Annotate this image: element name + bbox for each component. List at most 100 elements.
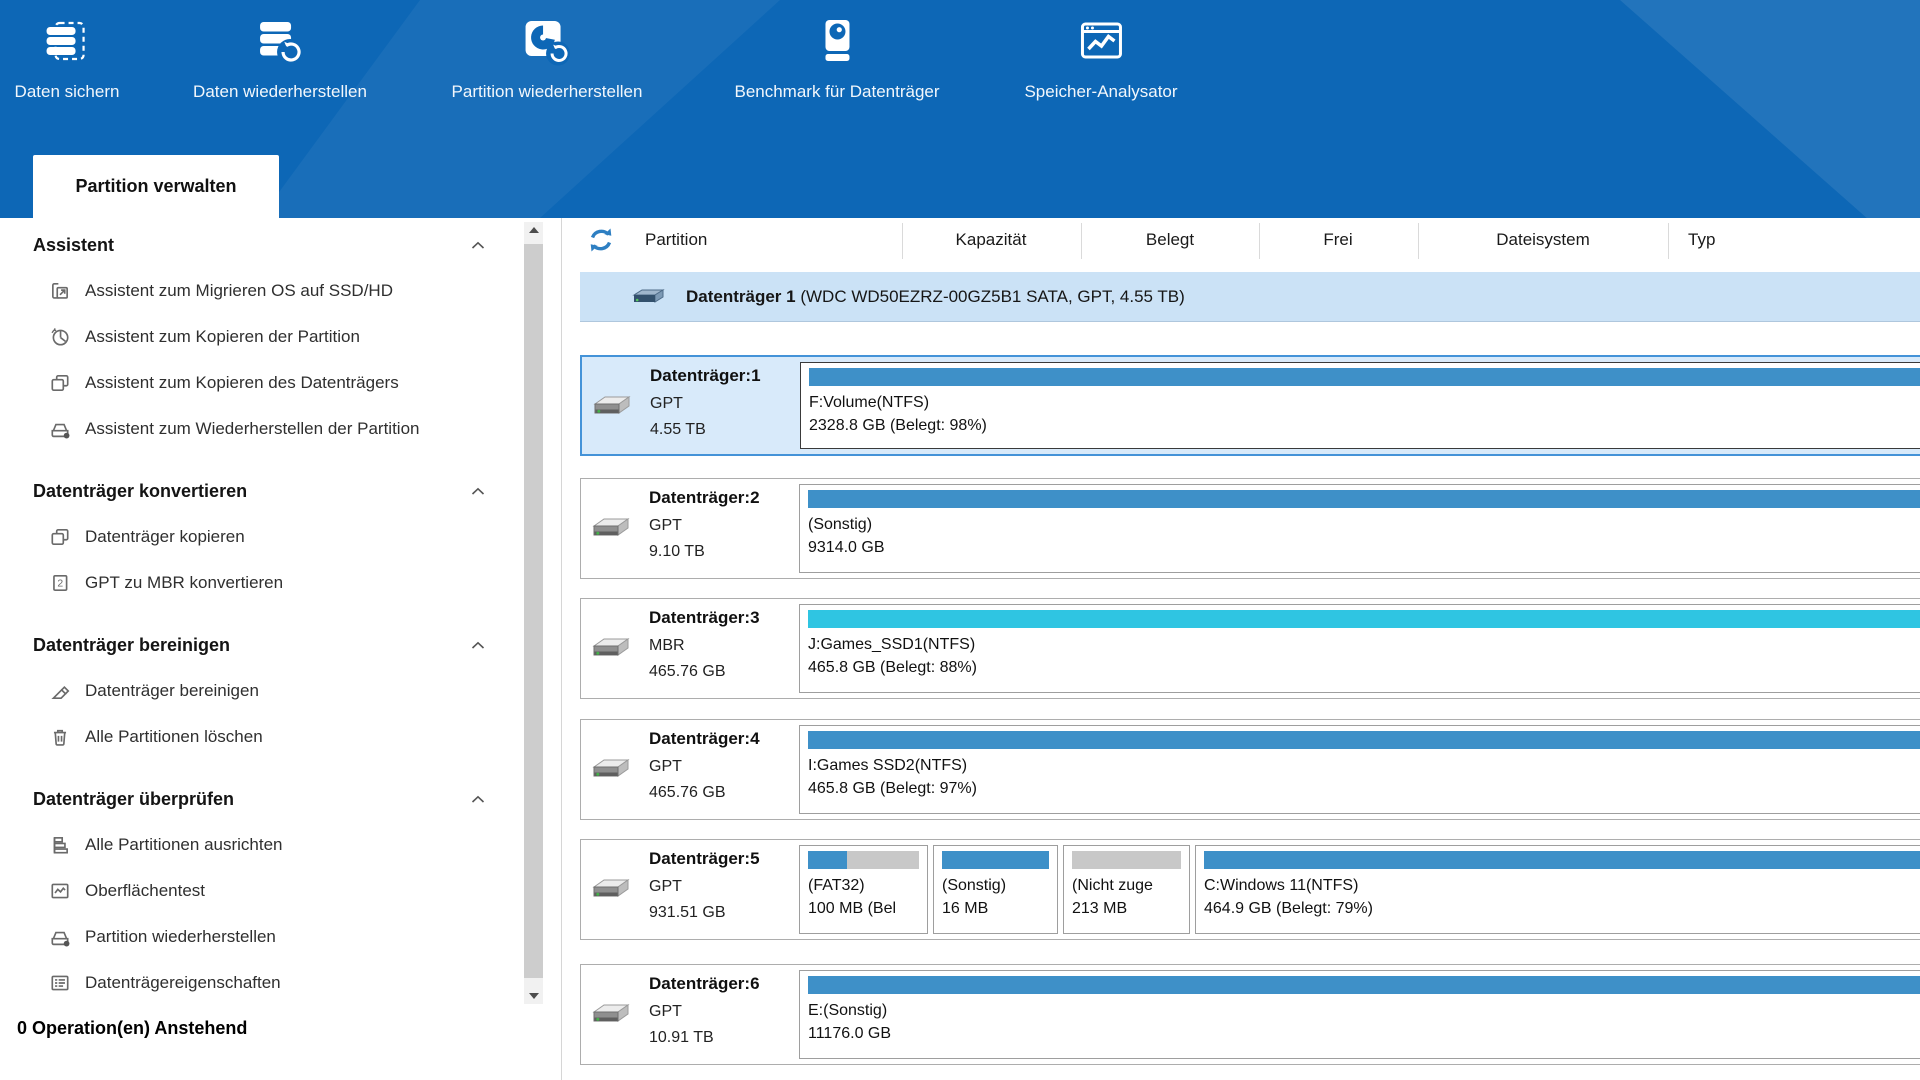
sidebar-section-datentr-ger-berpr-fen[interactable]: Datenträger überprüfen: [33, 782, 493, 816]
scroll-up-icon[interactable]: [524, 222, 543, 238]
partition-wiederherstellen-button[interactable]: Partition wiederherstellen: [452, 14, 643, 102]
disk-name: Datenträger:1: [650, 366, 761, 386]
disk-group-label: Datenträger 1 (WDC WD50EZRZ-00GZ5B1 SATA…: [686, 287, 1185, 307]
backup-data-icon: [40, 14, 94, 70]
partition-box-sonstig[interactable]: (Sonstig)9314.0 GB: [799, 484, 1920, 573]
migrate-os-icon: [49, 280, 71, 302]
surface-test-icon: [49, 880, 71, 902]
usage-bar-fill: [808, 610, 1920, 628]
disk-capacity: 465.76 GB: [649, 663, 726, 681]
scroll-down-icon[interactable]: [524, 988, 543, 1004]
benchmark-f-r-datentr-ger-button[interactable]: Benchmark für Datenträger: [734, 14, 939, 102]
sidebar-item-assistent-zum-kopieren-der-partition[interactable]: Assistent zum Kopieren der Partition: [33, 314, 493, 360]
partition-label: (Sonstig): [808, 516, 1920, 534]
disk-info: Datenträger:4GPT465.76 GB: [581, 720, 801, 819]
partition-label: I:Games SSD2(NTFS): [808, 757, 1920, 775]
daten-sichern-button[interactable]: Daten sichern: [15, 14, 120, 102]
disk-row-6[interactable]: Datenträger:6GPT10.91 TBE:(Sonstig)11176…: [580, 964, 1920, 1065]
partition-box-sonstig[interactable]: (Sonstig)16 MB: [933, 845, 1058, 934]
disk-capacity: 4.55 TB: [650, 421, 706, 439]
partition-strip: F:Volume(NTFS)2328.8 GB (Belegt: 98%): [800, 357, 1920, 454]
usage-bar: [1072, 851, 1181, 869]
disk-benchmark-icon: [810, 14, 864, 70]
partition-size: 2328.8 GB (Belegt: 98%): [809, 417, 1920, 435]
disk-partition-scheme: GPT: [650, 395, 683, 413]
column-header-belegt[interactable]: Belegt: [1146, 230, 1194, 250]
usage-bar: [1204, 851, 1920, 869]
partition-size: 464.9 GB (Belegt: 79%): [1204, 900, 1920, 918]
align-partitions-icon: [49, 834, 71, 856]
sidebar-item-assistent-zum-kopieren-des-datentr-gers[interactable]: Assistent zum Kopieren des Datenträgers: [33, 360, 493, 406]
hard-disk-icon: [592, 393, 632, 426]
sidebar-item-label: Datenträger kopieren: [85, 527, 245, 547]
disk-group-details: (WDC WD50EZRZ-00GZ5B1 SATA, GPT, 4.55 TB…: [800, 287, 1184, 306]
toolbar-button-label: Benchmark für Datenträger: [734, 82, 939, 102]
sidebar-item-label: Alle Partitionen löschen: [85, 727, 263, 747]
sidebar-section-datentr-ger-konvertieren[interactable]: Datenträger konvertieren: [33, 474, 493, 508]
disk-name: Datenträger:5: [649, 849, 760, 869]
disk-info: Datenträger:3MBR465.76 GB: [581, 599, 801, 698]
disk-row-1[interactable]: Datenträger:1 GPT 4.55 TB F:Volume(NTFS)232…: [580, 355, 1920, 456]
usage-bar: [942, 851, 1049, 869]
sidebar-item-oberfl-chentest[interactable]: Oberflächentest: [33, 868, 493, 914]
refresh-icon[interactable]: [586, 225, 618, 257]
disk-row-3[interactable]: Datenträger:3MBR465.76 GBJ:Games_SSD1(NT…: [580, 598, 1920, 699]
sidebar-item-datentr-ger-bereinigen[interactable]: Datenträger bereinigen: [33, 668, 493, 714]
sidebar-item-assistent-zum-wiederherstellen-der-partition[interactable]: Assistent zum Wiederherstellen der Parti…: [33, 406, 493, 452]
tab-partition-verwalten[interactable]: Partition verwalten: [33, 155, 279, 218]
disk-properties-icon: [49, 972, 71, 994]
chevron-up-icon: [471, 487, 485, 496]
hard-disk-icon: [591, 515, 631, 548]
disk-partition-scheme: GPT: [649, 517, 682, 535]
sidebar-item-assistent-zum-migrieren-os-auf-ssd-hd[interactable]: Assistent zum Migrieren OS auf SSD/HD: [33, 268, 493, 314]
partition-box-e-sonstig[interactable]: E:(Sonstig)11176.0 GB: [799, 970, 1920, 1059]
column-header-kapazit-t[interactable]: Kapazität: [956, 230, 1027, 250]
partition-box-c-windows-11-ntfs[interactable]: C:Windows 11(NTFS)464.9 GB (Belegt: 79%): [1195, 845, 1920, 934]
column-header-partition[interactable]: Partition: [645, 230, 707, 250]
partition-label: E:(Sonstig): [808, 1002, 1920, 1020]
partition-box-f-volume-ntfs[interactable]: F:Volume(NTFS)2328.8 GB (Belegt: 98%): [800, 362, 1920, 449]
partition-box-j-games-ssd1-ntfs[interactable]: J:Games_SSD1(NTFS)465.8 GB (Belegt: 88%): [799, 604, 1920, 693]
disk-group-name: Datenträger 1: [686, 287, 796, 306]
disk-info: Datenträger:2GPT9.10 TB: [581, 479, 801, 578]
sidebar-item-gpt-zu-mbr-konvertieren[interactable]: 2 GPT zu MBR konvertieren: [33, 560, 493, 606]
table-header: Partition Kapazität Belegt Frei Dateisystem T…: [576, 218, 1920, 264]
copy-disk-icon: [49, 526, 71, 548]
disk-name: Datenträger:6: [649, 974, 760, 994]
sidebar-item-partition-wiederherstellen[interactable]: Partition wiederherstellen: [33, 914, 493, 960]
disk-group-header[interactable]: Datenträger 1 (WDC WD50EZRZ-00GZ5B1 SATA…: [580, 272, 1920, 322]
section-title: Datenträger konvertieren: [33, 481, 247, 502]
scrollbar-thumb[interactable]: [524, 244, 543, 978]
column-divider: [1259, 223, 1260, 259]
gpt-to-mbr-icon: 2: [49, 572, 71, 594]
partition-box-i-games-ssd2-ntfs[interactable]: I:Games SSD2(NTFS)465.8 GB (Belegt: 97%): [799, 725, 1920, 814]
partition-size: 16 MB: [942, 900, 1049, 918]
sidebar-item-datentr-ger-kopieren[interactable]: Datenträger kopieren: [33, 514, 493, 560]
speicher-analysator-button[interactable]: Speicher-Analysator: [1024, 14, 1177, 102]
top-toolbar: Daten sichern Daten wiederherstellen Par…: [0, 0, 1920, 218]
partition-box-nicht-zuge[interactable]: (Nicht zuge213 MB: [1063, 845, 1190, 934]
partition-label: (FAT32): [808, 877, 919, 895]
sidebar-scrollbar[interactable]: [524, 222, 543, 1004]
sidebar-item-alle-partitionen-ausrichten[interactable]: Alle Partitionen ausrichten: [33, 822, 493, 868]
partition-box-fat32[interactable]: (FAT32)100 MB (Bel: [799, 845, 928, 934]
sidebar-item-label: Assistent zum Kopieren der Partition: [85, 327, 360, 347]
column-header-frei[interactable]: Frei: [1323, 230, 1352, 250]
partition-manager-window: Daten sichern Daten wiederherstellen Par…: [0, 0, 1920, 1080]
usage-bar-fill: [808, 490, 1920, 508]
disk-capacity: 465.76 GB: [649, 784, 726, 802]
sidebar-item-datentr-gereigenschaften[interactable]: Datenträgereigenschaften: [33, 960, 493, 1006]
disk-row-4[interactable]: Datenträger:4GPT465.76 GBI:Games SSD2(NT…: [580, 719, 1920, 820]
section-title: Datenträger überprüfen: [33, 789, 234, 810]
sidebar-section-datentr-ger-bereinigen[interactable]: Datenträger bereinigen: [33, 628, 493, 662]
column-header-typ[interactable]: Typ: [1688, 230, 1715, 250]
sidebar-section-assistent[interactable]: Assistent: [33, 228, 493, 262]
hard-disk-icon: [591, 876, 631, 909]
daten-wiederherstellen-button[interactable]: Daten wiederherstellen: [193, 14, 367, 102]
disk-capacity: 10.91 TB: [649, 1029, 714, 1047]
sidebar-item-label: Partition wiederherstellen: [85, 927, 276, 947]
sidebar-item-alle-partitionen-l-schen[interactable]: Alle Partitionen löschen: [33, 714, 493, 760]
disk-row-2[interactable]: Datenträger:2GPT9.10 TB(Sonstig)9314.0 G…: [580, 478, 1920, 579]
column-header-dateisystem[interactable]: Dateisystem: [1496, 230, 1590, 250]
disk-row-5[interactable]: Datenträger:5GPT931.51 GB(FAT32)100 MB (…: [580, 839, 1920, 940]
